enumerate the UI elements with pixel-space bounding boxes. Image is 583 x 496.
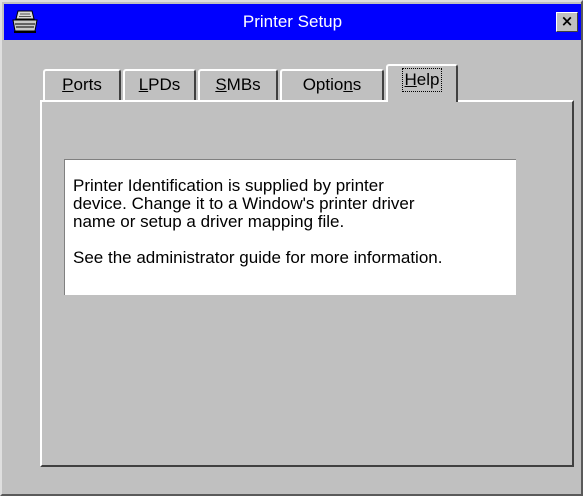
tab-options-label: Options xyxy=(302,75,362,94)
close-button[interactable]: × xyxy=(556,12,578,32)
tab-ports-label: Ports xyxy=(62,75,102,94)
tab-ports[interactable]: Ports xyxy=(43,69,121,100)
help-paragraph-guide: See the administrator guide for more inf… xyxy=(73,248,443,267)
help-text-box: Printer Identification is supplied by pr… xyxy=(64,159,516,295)
tab-options[interactable]: Options xyxy=(280,69,384,100)
printer-setup-window: Printer Setup × Ports LPDs SMBs Options … xyxy=(0,0,583,496)
printer-icon[interactable] xyxy=(11,9,39,35)
title-bar[interactable]: Printer Setup × xyxy=(4,4,581,40)
tab-help[interactable]: Help xyxy=(386,64,458,102)
close-icon: × xyxy=(560,12,574,30)
tab-lpds[interactable]: LPDs xyxy=(123,69,196,100)
help-paragraph-identification: Printer Identification is supplied by pr… xyxy=(73,176,415,231)
tab-smbs-label: SMBs xyxy=(215,75,261,94)
window-title: Printer Setup xyxy=(242,12,343,31)
tab-help-label: Help xyxy=(401,68,443,92)
tab-lpds-label: LPDs xyxy=(138,75,181,94)
tab-smbs[interactable]: SMBs xyxy=(198,69,278,100)
